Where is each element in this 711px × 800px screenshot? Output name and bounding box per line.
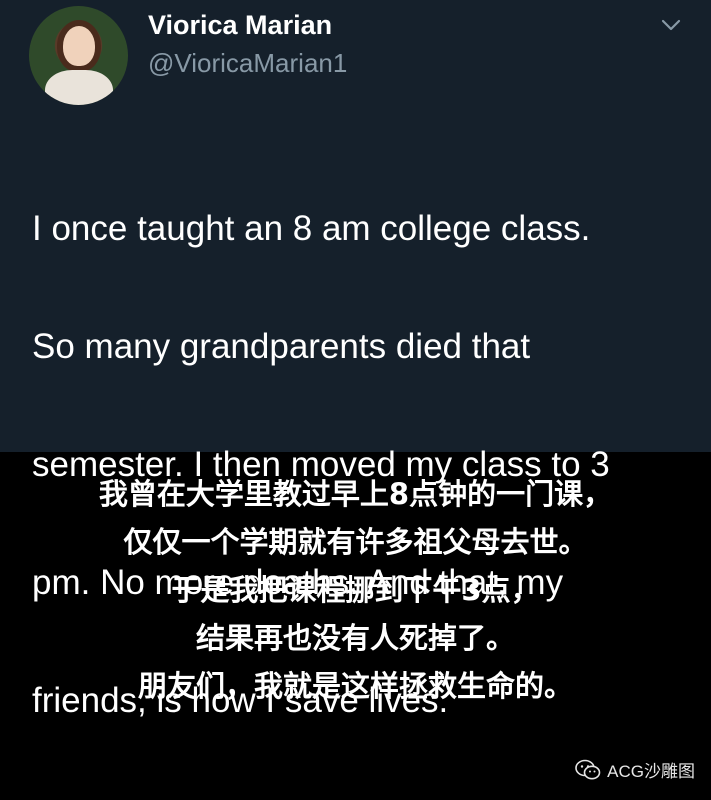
wechat-icon — [575, 759, 601, 779]
display-name[interactable]: Viorica Marian — [148, 10, 332, 41]
avatar[interactable] — [29, 6, 128, 105]
caption-line: 我曾在大学里教过早上8点钟的一门课， — [98, 477, 613, 511]
tweet-text-line: So many grandparents died that — [32, 327, 531, 366]
chinese-caption: 我曾在大学里教过早上8点钟的一门课， 仅仅一个学期就有许多祖父母去世。 于是我把… — [0, 470, 711, 710]
avatar-shirt — [45, 70, 113, 105]
avatar-face — [63, 26, 95, 66]
caption-line: 于是我把课程挪到下午3点， — [171, 573, 540, 607]
caption-line: 结果再也没有人死掉了。 — [195, 621, 515, 655]
tweet-text-line: I once taught an 8 am college class. — [32, 209, 591, 248]
user-handle[interactable]: @VioricaMarian1 — [148, 48, 347, 79]
watermark-text: ACG沙雕图 — [607, 762, 695, 781]
caption-line: 朋友们，我就是这样拯救生命的。 — [137, 669, 573, 703]
caption-line: 仅仅一个学期就有许多祖父母去世。 — [123, 525, 588, 559]
tweet-card: Viorica Marian @VioricaMarian1 I once ta… — [0, 0, 711, 720]
chevron-down-icon[interactable] — [660, 14, 682, 36]
watermark: ACG沙雕图 — [575, 757, 695, 782]
